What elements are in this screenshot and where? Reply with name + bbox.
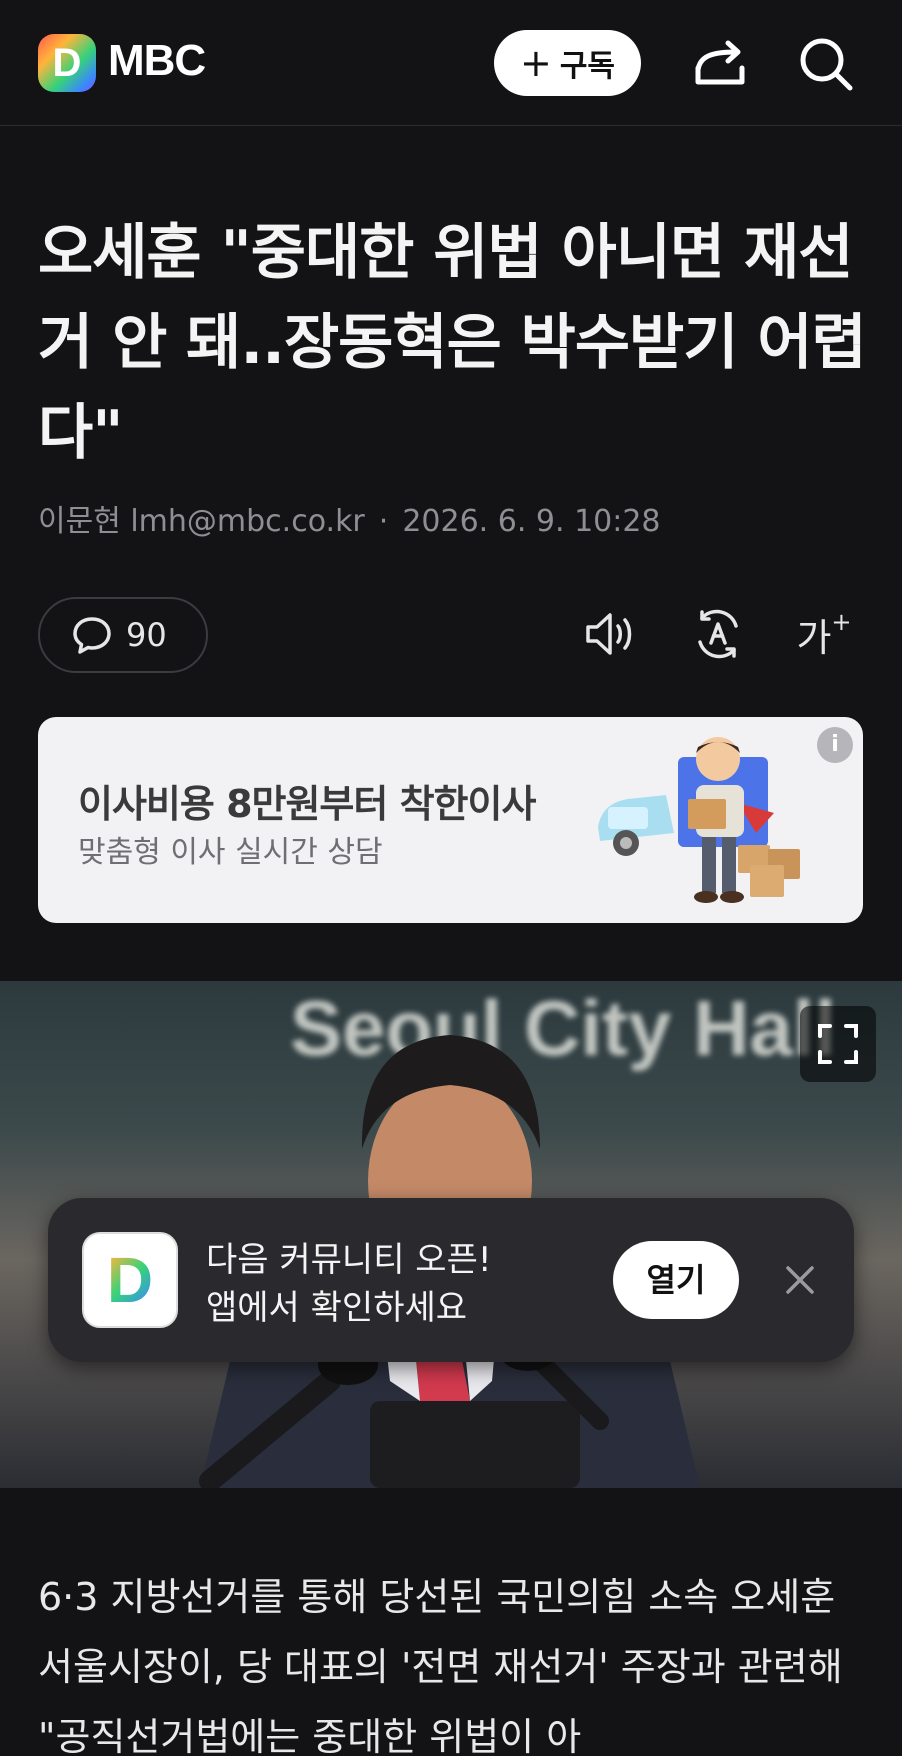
font-size-label: 가 bbox=[796, 615, 832, 660]
toast-message-line1: 다음 커뮤니티 오픈! bbox=[206, 1240, 492, 1280]
search-button[interactable] bbox=[796, 34, 856, 94]
toast-close-button[interactable] bbox=[776, 1256, 824, 1304]
share-button[interactable] bbox=[690, 34, 750, 94]
app-promo-toast: D 다음 커뮤니티 오픈! 앱에서 확인하세요 열기 bbox=[48, 1198, 854, 1362]
fullscreen-button[interactable] bbox=[800, 1006, 876, 1082]
speaker-icon bbox=[586, 613, 632, 655]
translate-button[interactable] bbox=[688, 604, 748, 664]
toast-logo-letter: D bbox=[84, 1234, 176, 1326]
toast-message-line2: 앱에서 확인하세요 bbox=[206, 1288, 468, 1328]
author-byline[interactable]: 이문현 lmh@mbc.co.kr bbox=[38, 504, 365, 539]
article-title: 오세훈 "중대한 위법 아니면 재선거 안 돼..장동혁은 박수받기 어렵다" bbox=[38, 218, 867, 468]
ad-subtitle: 맞춤형 이사 실시간 상담 bbox=[78, 835, 383, 870]
subscribe-button[interactable]: + 구독 bbox=[494, 30, 641, 96]
subscribe-label: 구독 bbox=[559, 49, 616, 84]
comment-button[interactable]: 90 bbox=[38, 597, 208, 673]
daum-logo[interactable]: D bbox=[38, 34, 96, 92]
top-app-bar: D MBC + 구독 bbox=[0, 0, 902, 126]
ad-title: 이사비용 8만원부터 착한이사 bbox=[78, 782, 536, 826]
font-size-plus: + bbox=[831, 608, 852, 636]
article-meta: 이문현 lmh@mbc.co.kr · 2026. 6. 9. 10:28 bbox=[38, 496, 661, 540]
close-icon bbox=[786, 1266, 814, 1294]
comment-icon bbox=[73, 617, 111, 654]
press-brand-name[interactable]: MBC bbox=[108, 36, 206, 86]
translate-icon bbox=[698, 609, 738, 659]
daum-app-logo: D bbox=[82, 1232, 178, 1328]
comment-count: 90 bbox=[126, 616, 167, 654]
moving-mascot-illustration bbox=[598, 737, 800, 903]
publish-date: 2026. 6. 9. 10:28 bbox=[402, 504, 661, 539]
meta-separator: · bbox=[378, 504, 389, 539]
logo-letter: D bbox=[52, 41, 82, 85]
ad-info-icon[interactable]: i bbox=[817, 727, 853, 763]
open-app-button[interactable]: 열기 bbox=[613, 1241, 739, 1319]
article-body: 6·3 지방선거를 통해 당선된 국민의힘 소속 오세훈 서울시장이, 당 대표… bbox=[38, 1575, 843, 1756]
share-icon bbox=[695, 40, 745, 85]
plus-icon: + bbox=[519, 41, 552, 85]
font-size-button[interactable]: 가 + bbox=[794, 604, 854, 664]
text-to-speech-button[interactable] bbox=[582, 604, 642, 664]
expand-icon bbox=[818, 1024, 858, 1064]
ad-banner[interactable]: 이사비용 8만원부터 착한이사 맞춤형 이사 실시간 상담 i bbox=[38, 717, 863, 923]
search-icon bbox=[800, 38, 853, 91]
